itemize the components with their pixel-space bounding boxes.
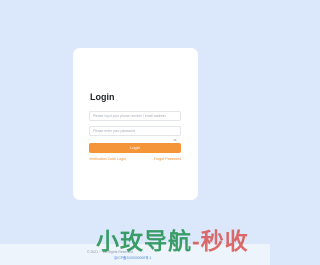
forgot-password-link[interactable]: Forgot Password [154,157,181,162]
password-input[interactable] [90,127,180,135]
watermark-part2: -秒收 [192,228,249,254]
icp-link[interactable]: 京ICP备2020000000号-1 [114,256,152,260]
verification-code-login-link[interactable]: Verification Code Login [89,157,126,162]
account-field[interactable] [89,111,181,121]
account-input[interactable] [90,112,180,120]
login-button[interactable]: Login [89,143,181,153]
eye-icon[interactable] [173,129,177,141]
password-field[interactable] [89,126,181,141]
watermark: 小玫导航-秒收 [96,230,249,253]
watermark-part1: 小玫导航 [96,228,192,254]
login-title: Login [90,92,115,102]
login-card: Login Login Verification Code Login Forg… [73,48,198,200]
